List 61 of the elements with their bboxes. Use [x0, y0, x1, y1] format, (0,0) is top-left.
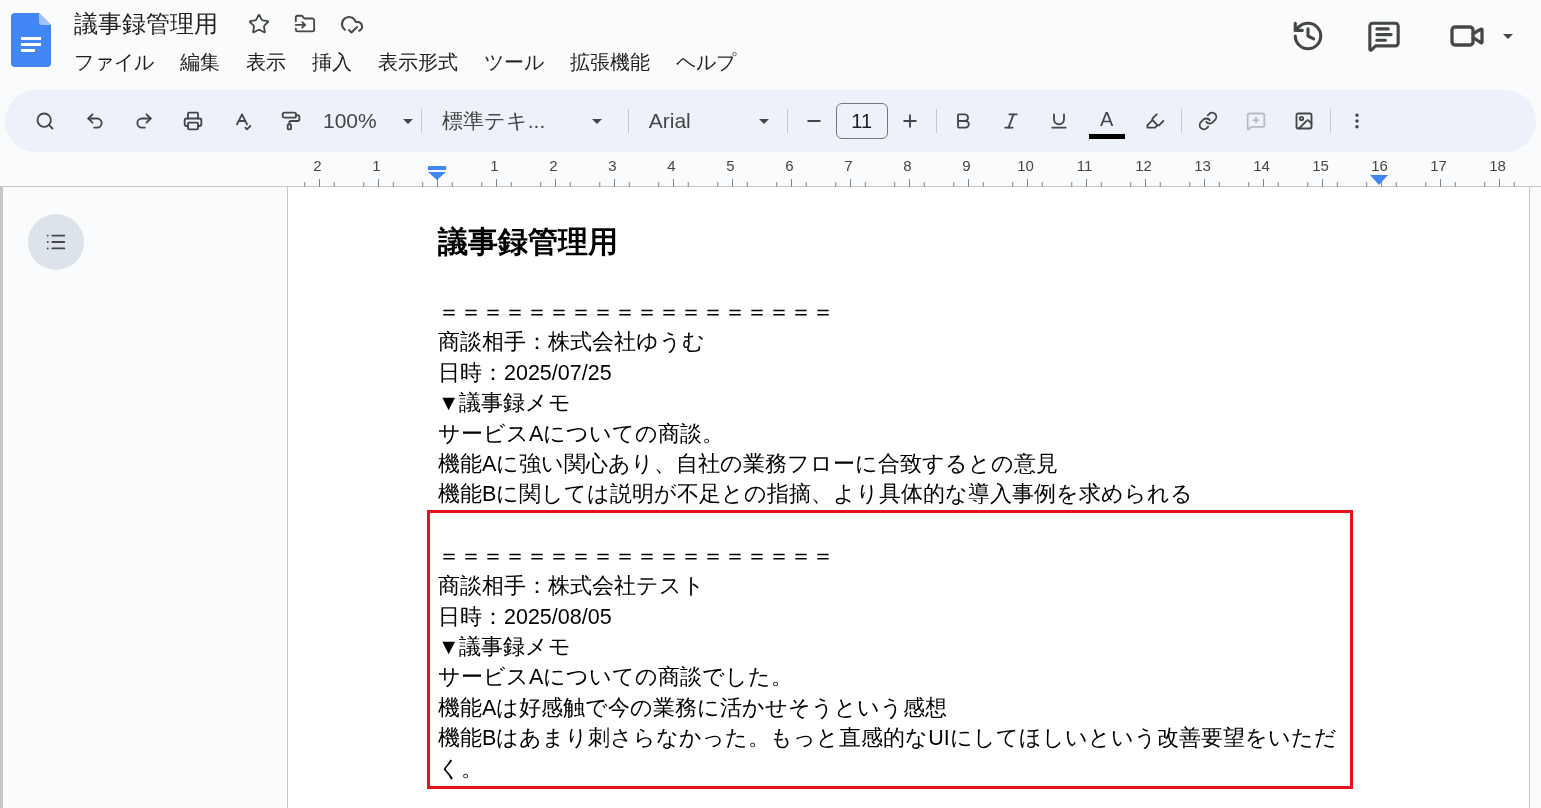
ruler-number: 16	[1370, 160, 1389, 172]
star-icon[interactable]	[248, 13, 270, 35]
caret-icon	[402, 118, 413, 124]
menu-item[interactable]: ファイル	[72, 47, 156, 77]
outline-button[interactable]	[28, 214, 84, 270]
menu-item[interactable]: 表示形式	[376, 47, 460, 77]
style-dropdown[interactable]: 標準テキ...	[441, 105, 602, 137]
document-line: 商談相手：株式会社テスト	[438, 573, 706, 601]
ruler-number: 2	[548, 160, 559, 172]
document-line: 機能Aは好感触で今の業務に活かせそうという感想	[438, 694, 949, 722]
document-line: サービスAについての商談。	[438, 420, 726, 448]
menu-item[interactable]: 表示	[244, 47, 288, 77]
menu-item[interactable]: 拡張機能	[568, 47, 652, 77]
comment-icon[interactable]	[1367, 19, 1401, 53]
left-indent-marker-icon[interactable]	[428, 166, 446, 180]
move-folder-icon[interactable]	[294, 13, 316, 35]
caret-icon	[591, 118, 602, 124]
ruler-number: 1	[489, 160, 500, 172]
document-line: ▼議事録メモ	[438, 390, 573, 418]
menu-item[interactable]: ヘルプ	[674, 47, 738, 77]
ruler-number: 14	[1252, 160, 1271, 172]
ruler-number: 17	[1429, 160, 1448, 172]
document-line: 日時：2025/07/25	[438, 359, 613, 387]
document-title[interactable]: 議事録管理用	[74, 6, 218, 42]
font-size-field[interactable]: 11	[835, 103, 888, 139]
document-line: 機能Bはあまり刺さらなかった。もっと直感的なUIにしてほしいという改善要望をいただく。	[438, 725, 1338, 783]
ruler-number: 13	[1193, 160, 1212, 172]
document-line: 機能Bに関しては説明が不足との指摘、より具体的な導入事例を求められる	[438, 481, 1195, 509]
menu-item[interactable]: 挿入	[310, 47, 354, 77]
caret-icon	[1503, 33, 1513, 39]
document-line: ＝＝＝＝＝＝＝＝＝＝＝＝＝＝＝＝＝＝	[438, 299, 835, 326]
right-indent-marker-icon[interactable]	[1370, 175, 1388, 185]
document-logo-icon[interactable]	[11, 13, 51, 67]
caret-icon	[758, 118, 769, 124]
document-line: サービスAについての商談でした。	[438, 664, 795, 692]
heading: 議事録管理用	[438, 224, 619, 260]
ruler-number: 5	[725, 160, 736, 172]
document-line: ▼議事録メモ	[438, 634, 573, 662]
menu-item[interactable]: 編集	[178, 47, 222, 77]
ruler-number: 10	[1016, 160, 1035, 172]
menu-item[interactable]: ツール	[482, 47, 546, 77]
document-line: 機能Aに強い関心あり、自社の業務フローに合致するとの意見	[438, 451, 1060, 479]
ruler-number: 3	[607, 160, 618, 172]
ruler-number: 15	[1311, 160, 1330, 172]
ruler-number: 7	[843, 160, 854, 172]
ruler-number: 11	[1075, 160, 1094, 172]
text-color-button[interactable]: A	[1088, 103, 1125, 139]
ruler-number: 12	[1134, 160, 1153, 172]
ruler-number: 6	[784, 160, 795, 172]
ruler-number: 4	[666, 160, 677, 172]
ruler-number: 9	[961, 160, 972, 172]
document-line: ＝＝＝＝＝＝＝＝＝＝＝＝＝＝＝＝＝＝	[438, 542, 835, 570]
font-dropdown[interactable]: Arial	[648, 105, 769, 137]
ruler-number: 8	[902, 160, 913, 172]
ruler-number: 1	[371, 160, 382, 172]
history-icon[interactable]	[1291, 19, 1325, 53]
zoom-dropdown[interactable]: 100%	[323, 105, 413, 137]
ruler-number: 2	[312, 160, 323, 172]
ruler-number: 18	[1488, 160, 1507, 172]
document-line: 商談相手：株式会社ゆうむ	[438, 329, 706, 357]
document-line: 日時：2025/08/05	[438, 603, 613, 631]
